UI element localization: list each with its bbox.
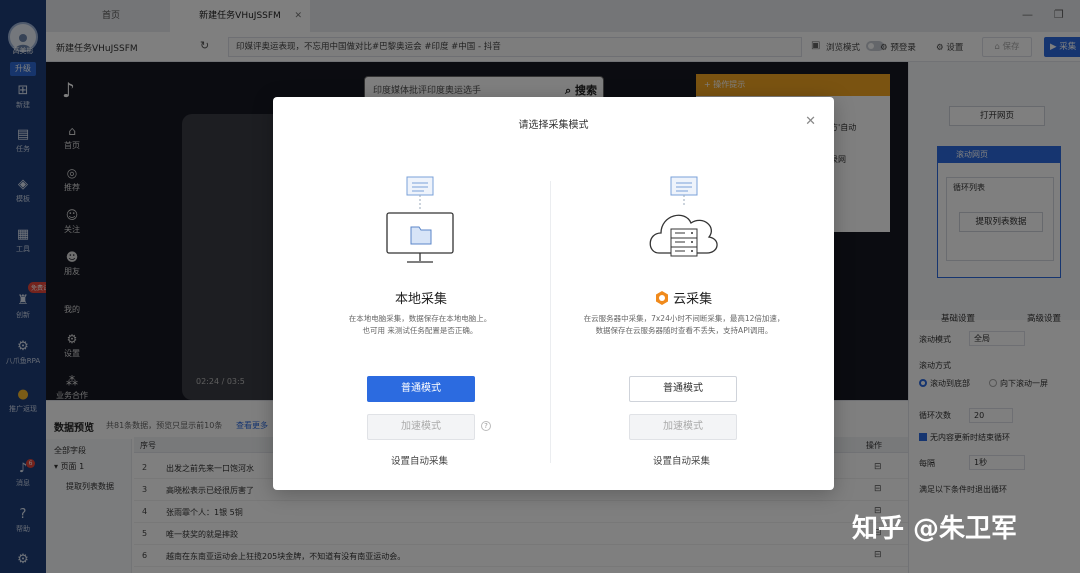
divider <box>550 181 551 463</box>
close-icon[interactable]: ✕ <box>805 114 816 129</box>
cloud-mode-desc: 在云服务器中采集，7x24小时不间断采集，最高12倍加速， 数据保存在云服务器随… <box>583 314 785 335</box>
local-mode-desc: 在本地电脑采集，数据保存在本地电脑上。 也可用 来测试任务配置是否正确。 <box>348 314 492 335</box>
local-accelerate-mode-button[interactable]: 加速模式 <box>367 414 475 440</box>
collect-mode-dialog: 请选择采集模式 ✕ 本地采集 在本地电脑采集，数据保存在本地电脑上。 也可用 来… <box>273 97 834 490</box>
cloud-mode-title: 云采集 <box>655 288 712 307</box>
help-icon[interactable]: ? <box>481 421 491 431</box>
local-mode-title: 本地采集 <box>395 292 448 307</box>
cloud-accelerate-mode-button[interactable]: 加速模式 <box>629 414 737 440</box>
local-computer-icon <box>386 176 454 263</box>
cloud-auto-collect-link[interactable]: 设置自动采集 <box>653 453 710 467</box>
dialog-title: 请选择采集模式 <box>518 120 589 131</box>
cloud-badge-icon <box>656 291 668 305</box>
local-normal-mode-button[interactable]: 普通模式 <box>367 376 475 402</box>
local-auto-collect-link[interactable]: 设置自动采集 <box>391 453 448 467</box>
cloud-server-icon <box>649 176 718 257</box>
cloud-normal-mode-button[interactable]: 普通模式 <box>629 376 737 402</box>
watermark: 知乎 @朱卫军 <box>852 514 1018 544</box>
